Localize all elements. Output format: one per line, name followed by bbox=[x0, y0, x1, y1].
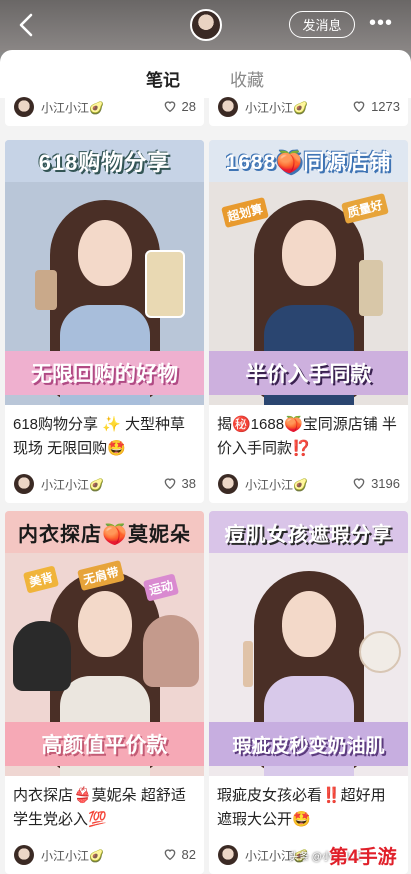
bra-product bbox=[13, 621, 71, 691]
cover-sticker: 质量好 bbox=[341, 192, 389, 225]
avatar bbox=[218, 97, 238, 117]
cover-title-banner: 1688🍑同源店铺 bbox=[209, 140, 408, 182]
bra-product bbox=[143, 615, 199, 687]
avatar[interactable] bbox=[190, 9, 222, 41]
author-name: 小江小江🥑 bbox=[41, 101, 104, 115]
heart-icon bbox=[164, 849, 175, 861]
concealer-product bbox=[243, 641, 253, 687]
note-cover-image: 痘肌女孩遮瑕分享 瑕疵皮秒变奶油肌 bbox=[209, 511, 408, 776]
avatar bbox=[218, 845, 238, 865]
author-name: 小江小江🥑 bbox=[41, 849, 104, 863]
like-count[interactable]: 82 bbox=[162, 846, 196, 862]
note-meta: 小江小江🥑 38 bbox=[5, 465, 204, 503]
like-count[interactable]: 38 bbox=[162, 475, 196, 491]
note-title: 内衣探店👙莫妮朵 超舒适 学生党必入💯 bbox=[13, 787, 186, 828]
watermark: 头条 @小江小江 第4手游 bbox=[289, 842, 409, 870]
like-count[interactable]: 3196 bbox=[351, 475, 400, 491]
compact-product bbox=[359, 631, 401, 673]
more-options-icon[interactable]: ••• bbox=[369, 13, 393, 33]
note-card[interactable]: 小江小江🥑 1273 bbox=[209, 88, 408, 126]
like-number: 1273 bbox=[371, 98, 400, 114]
cover-footer-banner: 高颜值平价款 bbox=[5, 722, 204, 766]
top-bar: 发消息 ••• bbox=[0, 0, 411, 52]
heart-icon bbox=[164, 101, 175, 113]
notes-feed[interactable]: 小江小江🥑 28 618购物分享 无限回购的好物 618购物分享 ✨ 大型种草现… bbox=[0, 88, 411, 874]
product-bottle bbox=[145, 250, 185, 318]
heart-icon bbox=[353, 478, 365, 490]
avatar bbox=[218, 474, 238, 494]
note-cover-image: 1688🍑同源店铺 超划算 质量好 半价入手同款 bbox=[209, 140, 408, 405]
note-meta: 小江小江🥑 1273 bbox=[209, 88, 408, 126]
note-cover-image: 618购物分享 无限回购的好物 bbox=[5, 140, 204, 405]
watch-product bbox=[35, 270, 57, 310]
product-bottle bbox=[359, 260, 383, 316]
note-title: 618购物分享 ✨ 大型种草现场 无限回购🤩 bbox=[13, 416, 186, 457]
avatar bbox=[14, 845, 34, 865]
note-meta: 小江小江🥑 28 bbox=[5, 88, 204, 126]
watermark-logo-text: 第4手游 bbox=[329, 847, 397, 868]
note-title: 瑕疵皮女孩必看‼️超好用遮瑕大公开🤩 bbox=[217, 787, 386, 828]
like-number: 3196 bbox=[371, 475, 400, 491]
note-cover-image: 内衣探店🍑莫妮朵 美背 无肩带 运动 高颜值平价款 bbox=[5, 511, 204, 776]
avatar bbox=[14, 97, 34, 117]
cover-footer-banner: 无限回购的好物 bbox=[5, 351, 204, 395]
like-number: 38 bbox=[181, 475, 196, 491]
cover-title-banner: 痘肌女孩遮瑕分享 bbox=[209, 511, 408, 553]
note-meta: 小江小江🥑 82 bbox=[5, 836, 204, 874]
cover-title-banner: 618购物分享 bbox=[5, 140, 204, 182]
heart-icon bbox=[353, 101, 365, 113]
author-name: 小江小江🥑 bbox=[41, 478, 104, 492]
note-card[interactable]: 痘肌女孩遮瑕分享 瑕疵皮秒变奶油肌 瑕疵皮女孩必看‼️超好用遮瑕大公开🤩 小江小… bbox=[209, 511, 408, 874]
note-card[interactable]: 小江小江🥑 28 bbox=[5, 88, 204, 126]
cover-footer-banner: 半价入手同款 bbox=[209, 351, 408, 395]
like-count[interactable]: 1273 bbox=[351, 98, 400, 114]
like-number: 28 bbox=[181, 98, 196, 114]
cover-footer-banner: 瑕疵皮秒变奶油肌 bbox=[209, 722, 408, 766]
profile-content: 笔记 收藏 小江小江🥑 28 618购物分享 无限回购的好物 618购物分享 ✨… bbox=[0, 50, 411, 874]
send-message-button[interactable]: 发消息 bbox=[289, 11, 355, 38]
back-icon[interactable] bbox=[14, 11, 40, 39]
author-name: 小江小江🥑 bbox=[245, 478, 308, 492]
note-card[interactable]: 618购物分享 无限回购的好物 618购物分享 ✨ 大型种草现场 无限回购🤩 小… bbox=[5, 140, 204, 503]
heart-icon bbox=[164, 478, 175, 490]
note-card[interactable]: 1688🍑同源店铺 超划算 质量好 半价入手同款 揭㊙️1688🍑宝同源店铺 半… bbox=[209, 140, 408, 503]
note-meta: 小江小江🥑 3196 bbox=[209, 465, 408, 503]
author-name: 小江小江🥑 bbox=[245, 101, 308, 115]
note-title: 揭㊙️1688🍑宝同源店铺 半价入手同款⁉️ bbox=[217, 416, 397, 457]
like-number: 82 bbox=[181, 846, 196, 862]
note-card[interactable]: 内衣探店🍑莫妮朵 美背 无肩带 运动 高颜值平价款 内衣探店👙莫妮朵 超舒适 学… bbox=[5, 511, 204, 874]
cover-title-banner: 内衣探店🍑莫妮朵 bbox=[5, 511, 204, 553]
avatar bbox=[14, 474, 34, 494]
like-count[interactable]: 28 bbox=[162, 98, 196, 114]
